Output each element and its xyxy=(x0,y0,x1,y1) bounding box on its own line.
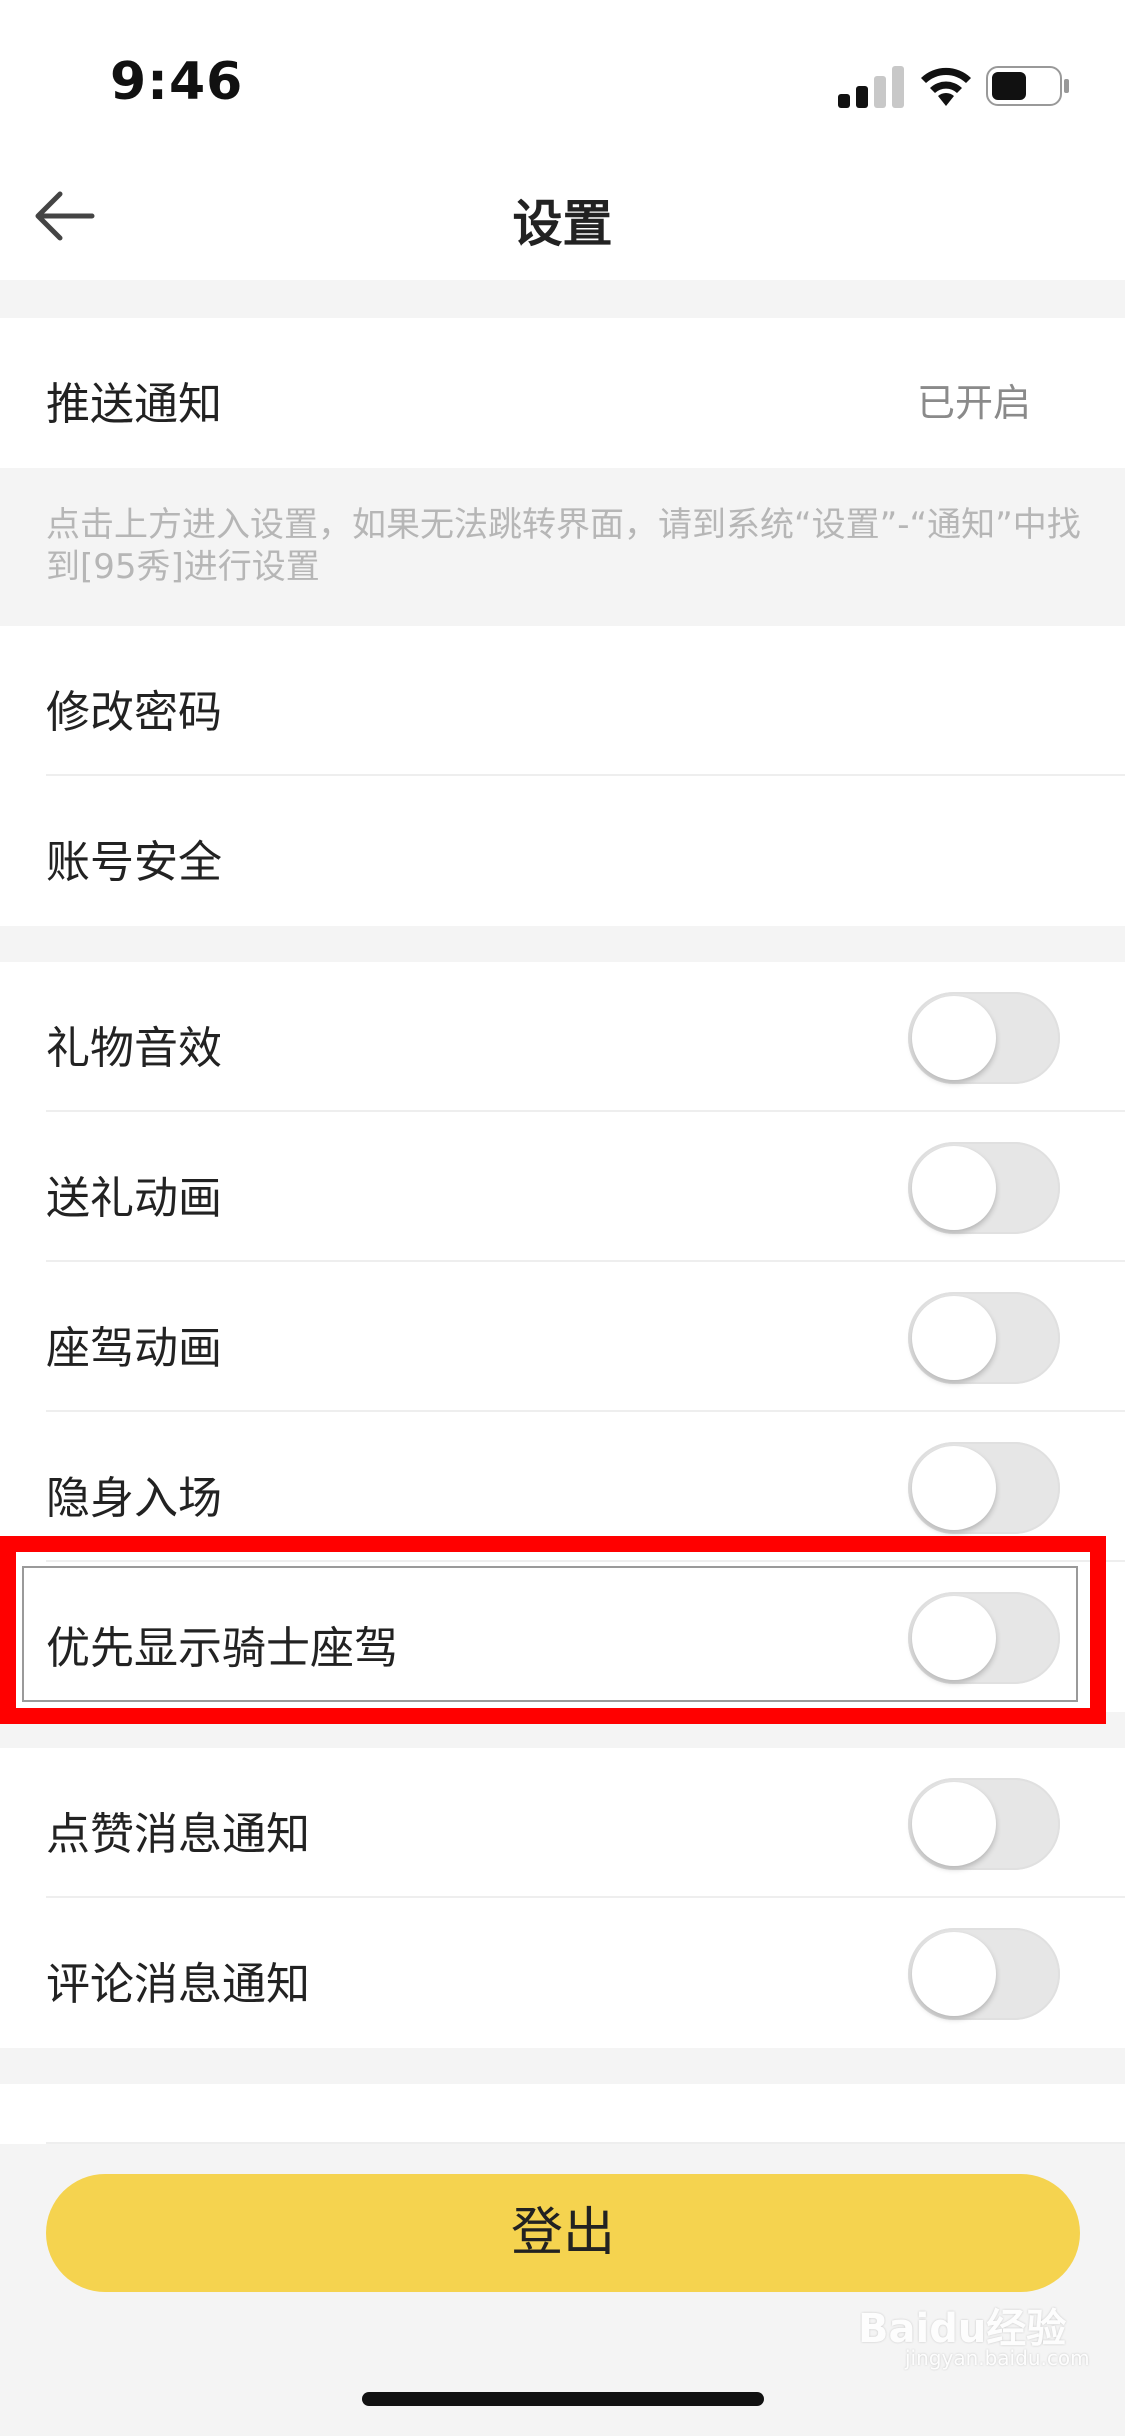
gift-animation-toggle[interactable] xyxy=(908,1142,1060,1234)
toggle-row-gift-sound: 礼物音效 xyxy=(0,962,1125,1112)
account-security-label: 账号安全 xyxy=(46,837,222,888)
toggle-knob xyxy=(912,1146,996,1230)
mount-animation-toggle[interactable] xyxy=(908,1292,1060,1384)
battery-icon xyxy=(986,66,1069,106)
home-indicator[interactable] xyxy=(362,2392,764,2406)
partial-row xyxy=(0,2084,1125,2144)
change-password-row[interactable]: 修改密码 xyxy=(0,626,1125,776)
toggle-label: 评论消息通知 xyxy=(46,1959,310,2010)
toggle-knob xyxy=(912,1782,996,1866)
toggle-row-gift-animation: 送礼动画 xyxy=(0,1112,1125,1262)
section-gap xyxy=(0,926,1125,962)
status-time: 9:46 xyxy=(110,52,244,112)
push-notification-row[interactable]: 推送通知 已开启 xyxy=(0,318,1125,468)
section-gap xyxy=(0,2048,1125,2084)
page-title: 设置 xyxy=(512,195,613,253)
toggle-row-comment-notification: 评论消息通知 xyxy=(0,1898,1125,2048)
like-notification-toggle[interactable] xyxy=(908,1778,1060,1870)
toggle-knob xyxy=(912,1296,996,1380)
gift-sound-toggle[interactable] xyxy=(908,992,1060,1084)
highlight-inner-frame xyxy=(22,1566,1078,1702)
toggle-label: 点赞消息通知 xyxy=(46,1809,310,1860)
push-hint: 点击上方进入设置，如果无法跳转界面，请到系统“设置”-“通知”中找到[95秀]进… xyxy=(0,468,1125,626)
watermark-url: jingyan.baidu.com xyxy=(905,2346,1090,2370)
push-notification-label: 推送通知 xyxy=(46,379,222,430)
section-gap xyxy=(0,280,1125,316)
toggle-label: 隐身入场 xyxy=(46,1473,222,1524)
logout-button[interactable]: 登出 xyxy=(46,2174,1080,2292)
status-bar: 9:46 xyxy=(0,0,1125,150)
toggle-knob xyxy=(912,1446,996,1530)
invisible-entry-toggle[interactable] xyxy=(908,1442,1060,1534)
toggle-row-like-notification: 点赞消息通知 xyxy=(0,1748,1125,1898)
push-notification-status: 已开启 xyxy=(916,381,1031,425)
toggle-label: 座驾动画 xyxy=(46,1323,222,1374)
toggle-knob xyxy=(912,996,996,1080)
toggle-label: 礼物音效 xyxy=(46,1023,222,1074)
toggle-label: 送礼动画 xyxy=(46,1173,222,1224)
account-security-row[interactable]: 账号安全 xyxy=(0,776,1125,926)
comment-notification-toggle[interactable] xyxy=(908,1928,1060,2020)
cellular-signal-icon xyxy=(838,66,904,108)
push-hint-text: 点击上方进入设置，如果无法跳转界面，请到系统“设置”-“通知”中找到[95秀]进… xyxy=(46,505,1081,587)
change-password-label: 修改密码 xyxy=(46,687,222,738)
toggle-row-mount-animation: 座驾动画 xyxy=(0,1262,1125,1412)
nav-bar: 设置 xyxy=(0,150,1125,280)
toggle-knob xyxy=(912,1932,996,2016)
wifi-icon xyxy=(921,67,971,106)
